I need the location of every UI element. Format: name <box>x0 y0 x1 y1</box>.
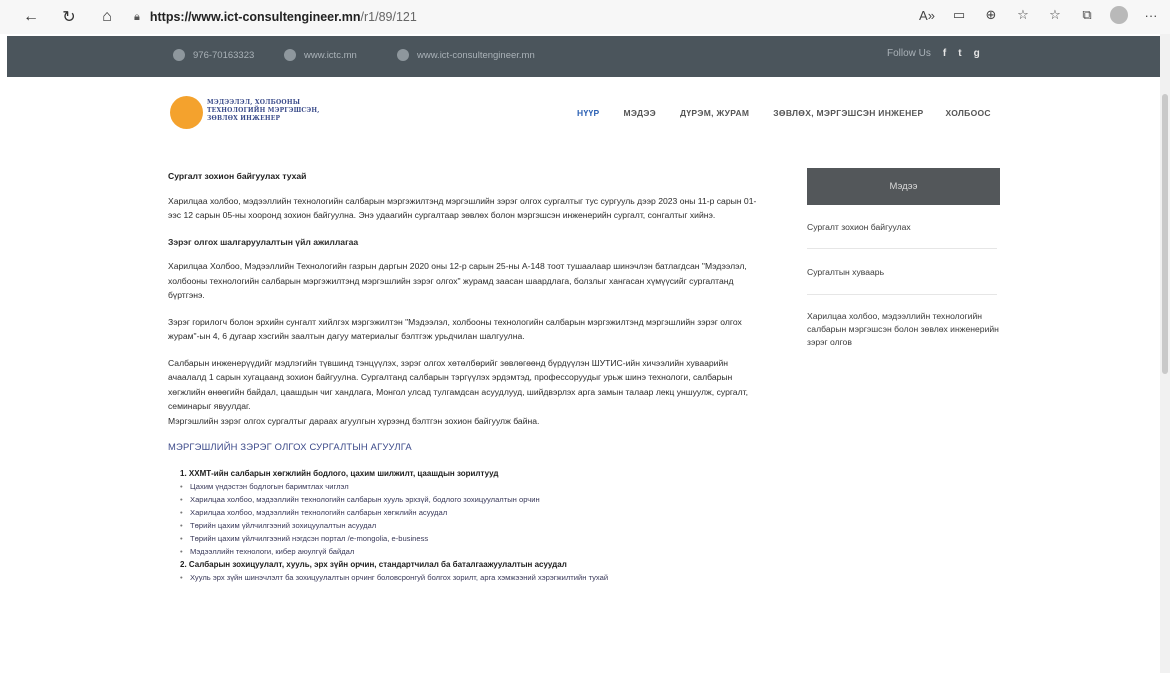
nav-engineers[interactable]: ЗӨВЛӨХ, МЭРГЭШСЭН ИНЖЕНЕР <box>773 108 923 118</box>
phone-icon <box>173 49 185 61</box>
logo-icon[interactable] <box>170 96 203 129</box>
site2-text: www.ict-consultengineer.mn <box>417 49 535 61</box>
reload-icon[interactable]: ↻ <box>58 6 80 28</box>
more-icon[interactable]: ··· <box>1142 6 1160 24</box>
list-item: Хууль эрх зүйн шинэчлэлт ба зохицуулалты… <box>180 571 768 584</box>
favorite-add-icon[interactable]: ☆ <box>1014 6 1032 24</box>
list-item: Харилцаа холбоо, мэдээллийн технологийн … <box>180 506 768 519</box>
section-title: МЭРГЭШЛИЙН ЗЭРЭГ ОЛГОХ СУРГАЛТЫН АГУУЛГА <box>168 441 412 452</box>
sidebar-item-schedule[interactable]: Сургалтын хуваарь <box>807 266 1000 279</box>
main-nav: НҮҮР МЭДЭЭ ДҮРЭМ, ЖУРАМ ЗӨВЛӨХ, МЭРГЭШСЭ… <box>577 108 991 118</box>
globe-icon <box>284 49 296 61</box>
read-aloud-icon[interactable]: A» <box>918 6 936 24</box>
favorites-icon[interactable]: ☆ <box>1046 6 1064 24</box>
article-paragraph: Салбарын инженерүүдийг мэдлэгийн түвшинд… <box>168 357 748 412</box>
url-host: https://www.ict-consultengineer.mn <box>149 10 361 24</box>
article-paragraph: Харилцаа Холбоо, Мэдээллийн Технологийн … <box>168 261 747 300</box>
sidebar-heading: Мэдээ <box>807 168 1000 205</box>
sidebar-divider <box>807 248 997 249</box>
sidebar-item-certified[interactable]: Харилцаа холбоо, мэдээллийн технологийн … <box>807 310 1000 349</box>
nav-news[interactable]: МЭДЭЭ <box>623 108 656 118</box>
list-item: Төрийн цахим үйлчилгээний нэгдсэн портал… <box>180 532 768 545</box>
list-item: Цахим үндэстэн бодлогын баримтлах чиглэл <box>180 480 768 493</box>
google-icon[interactable]: g <box>974 48 980 59</box>
list-item: 2. Салбарын зохицуулалт, хууль, эрх зүйн… <box>180 559 567 569</box>
collections-icon[interactable]: ⧉ <box>1078 6 1096 24</box>
phone-info: 976-70163323 <box>173 49 254 61</box>
follow-label: Follow Us <box>887 48 931 59</box>
home-icon[interactable]: ⌂ <box>96 6 118 28</box>
nav-contact[interactable]: ХОЛБООС <box>945 108 990 118</box>
list-item: 1. ХХМТ-ийн салбарын хөгжлийн бодлого, ц… <box>180 468 499 478</box>
article-title: Сургалт зохион байгуулах тухай <box>168 171 307 181</box>
back-icon[interactable]: ← <box>20 6 42 28</box>
globe-icon <box>397 49 409 61</box>
article-paragraph: Зэрэг горилогч болон эрхийн сунгалт хийл… <box>168 316 742 342</box>
article-paragraph: Мэргэшлийн зэрэг олгох сургалтыг дараах … <box>168 415 540 426</box>
nav-home[interactable]: НҮҮР <box>577 108 599 118</box>
list-item: Төрийн цахим үйлчилгээний зохицуулалтын … <box>180 519 768 532</box>
top-info-bar: 976-70163323 www.ictc.mn www.ict-consult… <box>7 36 1162 77</box>
list-item: Мэдээллийн технологи, кибер аюулгүй байд… <box>180 545 768 558</box>
lock-icon: 🔒︎ <box>134 10 140 23</box>
reader-view-icon[interactable]: ▭ <box>950 6 968 24</box>
address-bar[interactable]: 🔒︎ https://www.ict-consultengineer.mn/r1… <box>134 10 417 24</box>
article-paragraph: Харилцаа холбоо, мэдээллийн технологийн … <box>168 195 757 221</box>
site-link-1[interactable]: www.ictc.mn <box>284 49 357 61</box>
phone-text: 976-70163323 <box>193 49 255 61</box>
list-item: Харилцаа холбоо, мэдээллийн технологийн … <box>180 493 768 506</box>
sidebar-item-training[interactable]: Сургалт зохион байгуулах <box>807 221 1000 234</box>
twitter-icon[interactable]: t <box>958 48 961 59</box>
article: Сургалт зохион байгуулах тухай Харилцаа … <box>168 169 768 584</box>
site-link-2[interactable]: www.ict-consultengineer.mn <box>397 49 535 61</box>
nav-rules[interactable]: ДҮРЭМ, ЖУРАМ <box>680 108 749 118</box>
facebook-icon[interactable]: f <box>943 48 946 59</box>
scroll-thumb[interactable] <box>1162 94 1168 374</box>
zoom-icon[interactable]: ⊕ <box>982 6 1000 24</box>
profile-avatar[interactable] <box>1110 6 1128 24</box>
browser-toolbar: ← ↻ ⌂ 🔒︎ https://www.ict-consultengineer… <box>0 0 1170 34</box>
article-subhead: Зэрэг олгох шалгаруулалтын үйл ажиллагаа <box>168 236 359 247</box>
page-scrollbar[interactable] <box>1160 34 1170 673</box>
url-path: /r1/89/121 <box>360 10 417 24</box>
site1-text: www.ictc.mn <box>304 49 357 61</box>
logo-text[interactable]: МЭДЭЭЛЭЛ, ХОЛБООНЫ ТЕХНОЛОГИЙН МЭРГЭШСЭН… <box>207 99 347 123</box>
sidebar-divider <box>807 294 997 295</box>
follow-us: Follow Us f t g <box>887 48 980 59</box>
content-list: 1. ХХМТ-ийн салбарын хөгжлийн бодлого, ц… <box>168 467 768 584</box>
